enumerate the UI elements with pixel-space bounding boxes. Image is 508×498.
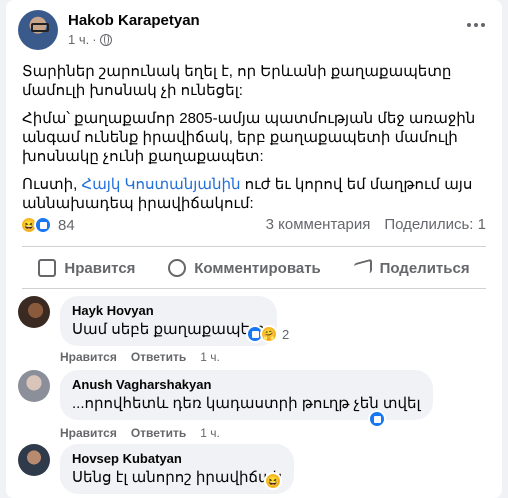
comment-reply-link[interactable]: Ответить: [131, 426, 186, 440]
shares-count[interactable]: Поделились: 1: [384, 216, 486, 233]
comment-time[interactable]: 1 ч.: [200, 426, 220, 440]
post-stats: 3 комментария Поделились: 1: [266, 216, 486, 233]
like-button[interactable]: Нравится: [38, 259, 135, 277]
author-avatar[interactable]: [18, 10, 58, 50]
divider: [22, 246, 486, 247]
reaction-summary[interactable]: 😆 84: [20, 216, 75, 234]
post-paragraph: Տարիներ շարունակ եղել է, որ Երևանի քաղաք…: [22, 63, 452, 99]
haha-reaction-icon: 😆: [264, 472, 282, 490]
comment-reactions[interactable]: 🤗 2: [246, 325, 289, 343]
post-text: Տարիներ շարունակ եղել է, որ Երևանի քաղաք…: [22, 62, 492, 222]
mention-link[interactable]: Հայկ Կոստանյանին: [81, 176, 240, 193]
post-meta: 1 ч. ·: [68, 32, 112, 47]
post-header: Hakob Karapetyan 1 ч. ·: [18, 10, 490, 50]
comment-bubble: Hovsep Kubatyan Սենց էլ անորոշ իրավիճակ: [60, 444, 295, 494]
comment-reply-link[interactable]: Ответить: [131, 350, 186, 364]
share-icon: [353, 258, 372, 278]
comment-reactions[interactable]: [368, 410, 386, 428]
comment-bubble: Hayk Hovyan Սամ սեբե քաղաքապետ: [60, 296, 277, 346]
comment-text: Սամ սեբե քաղաքապետ: [72, 321, 265, 338]
care-reaction-icon: 🤗: [260, 325, 278, 343]
comment-like-link[interactable]: Нравится: [60, 426, 117, 440]
comment-text: Սենց էլ անորոշ իրավիճակ: [72, 469, 283, 486]
commenter-name[interactable]: Hovsep Kubatyan: [72, 451, 282, 466]
author-name[interactable]: Hakob Karapetyan: [68, 12, 200, 29]
post-card: Hakob Karapetyan 1 ч. · Տարիներ շարունակ…: [6, 0, 502, 498]
like-reaction-icon: [368, 410, 386, 428]
comment-actions: Нравится Ответить 1 ч.: [60, 426, 220, 440]
comment-actions: Нравится Ответить 1 ч.: [60, 350, 220, 364]
post-paragraph: Հիմա՝ քաղաքամոր 2805-ամյա պատմության մեջ…: [22, 110, 476, 165]
post-paragraph: Ուստի, Հայկ Կոստանյանին ուժ եւ կորով եմ …: [22, 176, 473, 212]
comment-like-link[interactable]: Нравится: [60, 350, 117, 364]
more-options-icon[interactable]: [462, 14, 490, 36]
divider: [22, 288, 486, 289]
reaction-count: 84: [58, 216, 75, 234]
comment-time[interactable]: 1 ч.: [200, 350, 220, 364]
share-button[interactable]: Поделиться: [353, 258, 470, 278]
thumbs-up-icon: [38, 259, 57, 277]
comment-reactions[interactable]: 😆: [264, 472, 282, 490]
comment-button[interactable]: Комментировать: [168, 259, 321, 277]
like-reaction-icon: [34, 216, 52, 234]
globe-icon[interactable]: [99, 33, 112, 46]
commenter-name[interactable]: Hayk Hovyan: [72, 303, 265, 318]
comments-count[interactable]: 3 комментария: [266, 216, 371, 233]
commenter-avatar[interactable]: [18, 296, 50, 328]
comment-icon: [168, 259, 187, 277]
commenter-name[interactable]: Anush Vagharshakyan: [72, 377, 421, 392]
post-actions: Нравится Комментировать Поделиться: [22, 252, 486, 284]
reaction-count: 2: [282, 326, 290, 342]
post-time[interactable]: 1 ч.: [68, 32, 89, 47]
commenter-avatar[interactable]: [18, 444, 50, 476]
commenter-avatar[interactable]: [18, 370, 50, 402]
